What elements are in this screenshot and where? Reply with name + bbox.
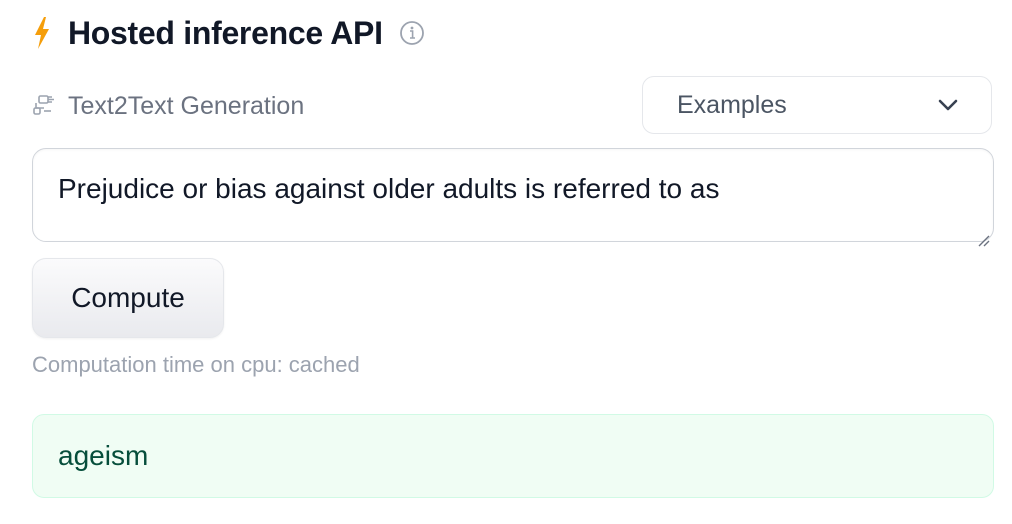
lightning-bolt-icon <box>32 16 54 50</box>
output-text: ageism <box>58 440 149 471</box>
widget-title: Hosted inference API <box>68 14 383 51</box>
info-icon[interactable] <box>399 20 425 46</box>
resize-handle-icon[interactable] <box>975 223 991 247</box>
input-text: Prejudice or bias against older adults i… <box>58 173 720 204</box>
chevron-down-icon <box>937 94 959 116</box>
task-type: Text2Text Generation <box>32 88 304 124</box>
input-textarea[interactable]: Prejudice or bias against older adults i… <box>32 148 994 247</box>
widget-header: Hosted inference API <box>32 12 425 54</box>
examples-label: Examples <box>677 90 787 119</box>
output-panel: ageism <box>32 414 994 498</box>
task-label: Text2Text Generation <box>68 91 305 120</box>
computation-time-status: Computation time on cpu: cached <box>32 352 360 377</box>
examples-dropdown[interactable]: Examples <box>642 76 992 134</box>
text2text-icon <box>32 94 56 118</box>
compute-button[interactable]: Compute <box>32 258 224 338</box>
